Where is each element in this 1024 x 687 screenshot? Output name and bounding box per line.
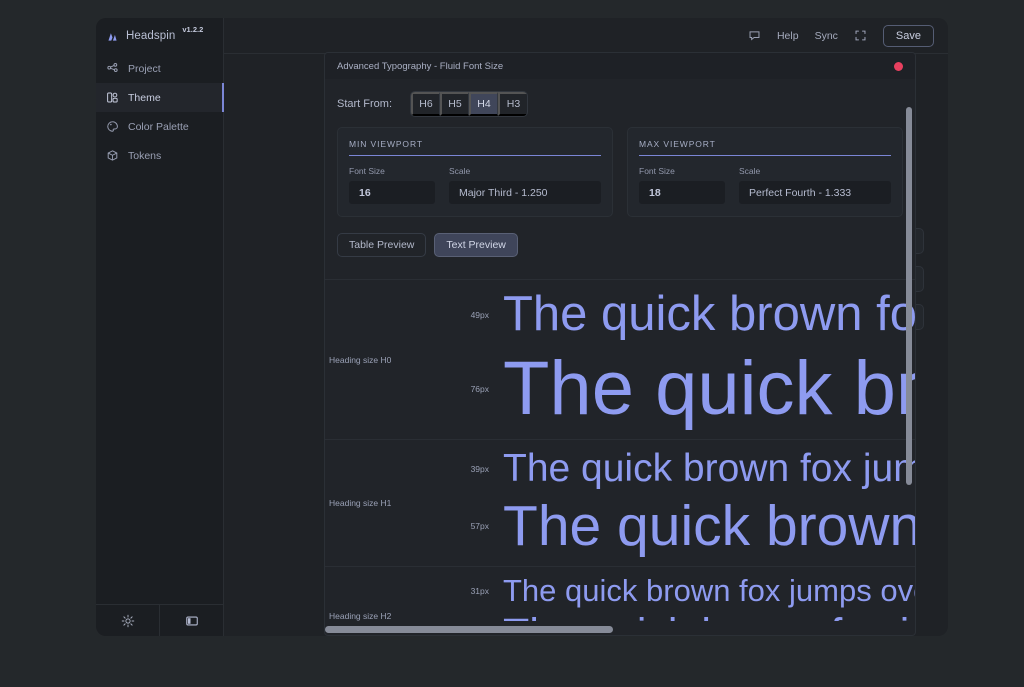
brand-version: v1.2.2 bbox=[182, 25, 204, 34]
max-scale-field: Scale Perfect Fourth - 1.333 bbox=[739, 166, 891, 204]
preview-row-samples: 49px The quick brown fox jumps over the l… bbox=[437, 286, 915, 433]
sidebar-item-label: Tokens bbox=[128, 149, 162, 162]
fullscreen-icon[interactable] bbox=[854, 29, 867, 42]
preview-sample-text: The quick brown fox jumps over the lazy … bbox=[503, 609, 915, 621]
preview-sample-line: 31px The quick brown fox jumps over the l… bbox=[437, 573, 915, 610]
sidebar-bottom-bar bbox=[96, 604, 223, 636]
preview-sample-line: 76px The quick brown fox jumps over the l… bbox=[437, 344, 915, 434]
field-label: Scale bbox=[449, 166, 471, 176]
preview-row: Heading size H1 39px The quick brown fox j… bbox=[325, 439, 915, 565]
top-toolbar: Help Sync Save bbox=[224, 18, 948, 54]
preview-size-label: 49px bbox=[470, 309, 489, 320]
preview-row-label: Heading size H2 bbox=[329, 611, 392, 621]
sun-theme-icon bbox=[121, 614, 134, 627]
vertical-scrollbar[interactable] bbox=[906, 107, 912, 485]
field-label: Font Size bbox=[349, 166, 385, 176]
preview-sample-line: 57px The quick brown fox jumps over the l… bbox=[437, 493, 915, 560]
sidebar-item-label: Color Palette bbox=[128, 120, 189, 133]
sidebar-item-label: Theme bbox=[128, 91, 161, 104]
max-font-size-field: Font Size 18 bbox=[639, 166, 725, 204]
sidebar: Headspin v1.2.2 Project Theme Color Pale… bbox=[96, 18, 224, 636]
preview-rows: Heading size H0 49px The quick brown fox j… bbox=[325, 279, 915, 621]
comment-icon[interactable] bbox=[748, 29, 761, 42]
save-button[interactable]: Save bbox=[882, 24, 934, 47]
sidebar-item-theme[interactable]: Theme bbox=[96, 83, 224, 112]
sidebar-item-tokens[interactable]: Tokens bbox=[96, 141, 223, 170]
horizontal-scrollbar-track[interactable] bbox=[325, 625, 915, 635]
min-scale-field: Scale Major Third - 1.250 bbox=[449, 166, 601, 204]
start-from-group: H6 H5 H4 H3 bbox=[410, 91, 529, 117]
preview-sample-text: The quick brown fox jumps over the lazy … bbox=[503, 287, 915, 341]
start-from-row: Start From: H6 H5 H4 H3 bbox=[325, 79, 915, 127]
theme-toggle-button[interactable] bbox=[96, 605, 160, 636]
modal-title: Advanced Typography - Fluid Font Size bbox=[337, 60, 504, 72]
preview-size-label: 57px bbox=[470, 521, 489, 532]
headspin-logo-icon bbox=[108, 32, 117, 41]
viewport-cards-row: MIN VIEWPORT Font Size 16 Scale Major Th… bbox=[325, 127, 915, 217]
min-font-size-input[interactable]: 16 bbox=[349, 181, 435, 204]
sidebar-item-label: Project bbox=[128, 62, 161, 75]
preview-size-label: 39px bbox=[470, 464, 489, 475]
preview-row-label: Heading size H1 bbox=[329, 498, 392, 509]
sidebar-item-project[interactable]: Project bbox=[96, 54, 223, 83]
max-scale-select[interactable]: Perfect Fourth - 1.333 bbox=[739, 181, 891, 204]
preview-size-label: 76px bbox=[470, 383, 489, 394]
modal-header: Advanced Typography - Fluid Font Size bbox=[325, 53, 915, 79]
start-from-option-h5[interactable]: H5 bbox=[440, 92, 470, 116]
close-dot-icon[interactable] bbox=[894, 61, 903, 71]
preview-sample-text: The quick brown fox jumps over the lazy … bbox=[503, 493, 915, 558]
panel-toggle-icon bbox=[185, 616, 198, 625]
color-palette-icon bbox=[107, 121, 118, 132]
modal-body: Start From: H6 H5 H4 H3 MIN VIEWPORT Fon… bbox=[325, 79, 915, 635]
horizontal-scrollbar-thumb[interactable] bbox=[325, 626, 613, 633]
preview-row-samples: 31px The quick brown fox jumps over the l… bbox=[437, 573, 915, 621]
sidebar-item-color-palette[interactable]: Color Palette bbox=[96, 112, 223, 141]
panel-toggle-button[interactable] bbox=[160, 605, 223, 636]
card-title: MAX VIEWPORT bbox=[639, 139, 891, 156]
preview-sample-line: 49px The quick brown fox jumps over the l… bbox=[437, 286, 915, 344]
sync-label[interactable]: Sync bbox=[815, 30, 838, 42]
preview-sample-text: The quick brown fox jumps over the lazy … bbox=[503, 572, 915, 608]
share-nodes-icon bbox=[107, 62, 118, 72]
preview-sample-text: The quick brown fox jumps over the lazy … bbox=[503, 345, 915, 431]
preview-size-label: 31px bbox=[470, 586, 489, 597]
start-from-option-h3[interactable]: H3 bbox=[498, 92, 528, 116]
tab-table-preview[interactable]: Table Preview bbox=[337, 233, 427, 257]
start-from-option-h4[interactable]: H4 bbox=[469, 92, 499, 116]
preview-tabs: Table Preview Text Preview bbox=[325, 217, 915, 266]
min-viewport-card: MIN VIEWPORT Font Size 16 Scale Major Th… bbox=[337, 127, 613, 217]
preview-row: Heading size H0 49px The quick brown fox j… bbox=[325, 279, 915, 439]
max-font-size-input[interactable]: 18 bbox=[639, 181, 725, 204]
preview-sample-line: 39px The quick brown fox jumps over the l… bbox=[437, 446, 915, 492]
preview-sample-text: The quick brown fox jumps over the lazy … bbox=[503, 447, 915, 491]
min-scale-select[interactable]: Major Third - 1.250 bbox=[449, 181, 601, 204]
preview-sample-line: 43pxThe quick brown fox jumps over the l… bbox=[437, 609, 915, 621]
preview-scroll-area[interactable]: Heading size H0 49px The quick brown fox j… bbox=[325, 279, 915, 621]
preview-row: Heading size H2 31px The quick brown fox j… bbox=[325, 565, 915, 621]
start-from-label: Start From: bbox=[337, 98, 393, 110]
brand-name: Headspin bbox=[126, 30, 176, 42]
start-from-option-h6[interactable]: H6 bbox=[411, 92, 441, 116]
help-label[interactable]: Help bbox=[777, 30, 799, 42]
brand: Headspin v1.2.2 bbox=[96, 18, 223, 54]
app-window: Headspin v1.2.2 Project Theme Color Pale… bbox=[96, 18, 948, 636]
tokens-box-icon bbox=[107, 150, 118, 161]
preview-row-samples: 39px The quick brown fox jumps over the l… bbox=[437, 446, 915, 559]
max-viewport-card: MAX VIEWPORT Font Size 18 Scale Perfect … bbox=[627, 127, 903, 217]
field-label: Scale bbox=[739, 166, 761, 176]
min-font-size-field: Font Size 16 bbox=[349, 166, 435, 204]
tab-text-preview[interactable]: Text Preview bbox=[434, 233, 518, 257]
preview-row-label: Heading size H0 bbox=[329, 354, 392, 365]
card-title: MIN VIEWPORT bbox=[349, 139, 601, 156]
field-label: Font Size bbox=[639, 166, 675, 176]
advanced-typography-modal: Advanced Typography - Fluid Font Size St… bbox=[324, 52, 916, 636]
theme-swatch-icon bbox=[107, 92, 118, 103]
